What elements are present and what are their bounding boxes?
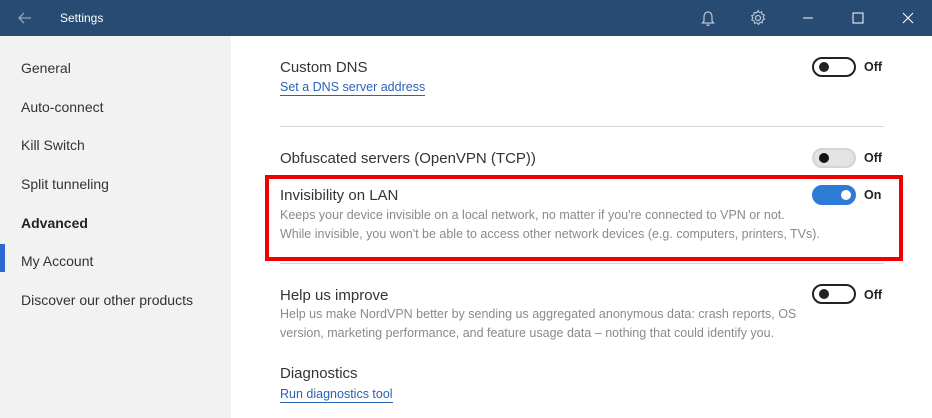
help-improve-state: Off bbox=[864, 288, 883, 302]
divider bbox=[280, 263, 884, 264]
title-bar: Settings bbox=[0, 0, 932, 36]
toggle-knob bbox=[819, 62, 829, 72]
back-arrow-icon[interactable] bbox=[16, 9, 34, 27]
help-improve-description-1: Help us make NordVPN better by sending u… bbox=[280, 307, 797, 321]
sidebar-item-general[interactable]: General bbox=[21, 58, 71, 78]
maximize-icon[interactable] bbox=[848, 8, 868, 28]
close-icon[interactable] bbox=[898, 8, 918, 28]
custom-dns-state: Off bbox=[864, 60, 883, 74]
sidebar-item-my-account[interactable]: My Account bbox=[21, 251, 93, 271]
sidebar: General Auto-connect Kill Switch Split t… bbox=[0, 36, 231, 418]
obfuscated-servers-state: Off bbox=[864, 151, 883, 165]
toggle-knob bbox=[819, 153, 829, 163]
sidebar-item-discover-products[interactable]: Discover our other products bbox=[21, 290, 193, 310]
highlight-box bbox=[265, 175, 903, 261]
sidebar-item-split-tunneling[interactable]: Split tunneling bbox=[21, 174, 109, 194]
obfuscated-servers-toggle[interactable] bbox=[812, 148, 856, 168]
sidebar-item-auto-connect[interactable]: Auto-connect bbox=[21, 97, 104, 117]
sidebar-item-advanced[interactable]: Advanced bbox=[21, 213, 88, 233]
obfuscated-servers-title: Obfuscated servers (OpenVPN (TCP)) bbox=[280, 150, 536, 167]
custom-dns-title: Custom DNS bbox=[280, 59, 368, 76]
set-dns-link[interactable]: Set a DNS server address bbox=[280, 80, 426, 96]
diagnostics-title: Diagnostics bbox=[280, 365, 358, 382]
bell-icon[interactable] bbox=[698, 8, 718, 28]
sidebar-item-kill-switch[interactable]: Kill Switch bbox=[21, 135, 85, 155]
help-improve-title: Help us improve bbox=[280, 287, 389, 304]
toggle-knob bbox=[819, 289, 829, 299]
divider bbox=[280, 126, 884, 127]
window-title: Settings bbox=[60, 11, 104, 25]
minimize-icon[interactable] bbox=[798, 8, 818, 28]
help-improve-description-2: version, marketing performance, and feat… bbox=[280, 326, 775, 340]
help-improve-toggle[interactable] bbox=[812, 284, 856, 304]
gear-icon[interactable] bbox=[748, 8, 768, 28]
run-diagnostics-link[interactable]: Run diagnostics tool bbox=[280, 387, 393, 403]
active-nav-indicator bbox=[0, 244, 5, 272]
custom-dns-toggle[interactable] bbox=[812, 57, 856, 77]
